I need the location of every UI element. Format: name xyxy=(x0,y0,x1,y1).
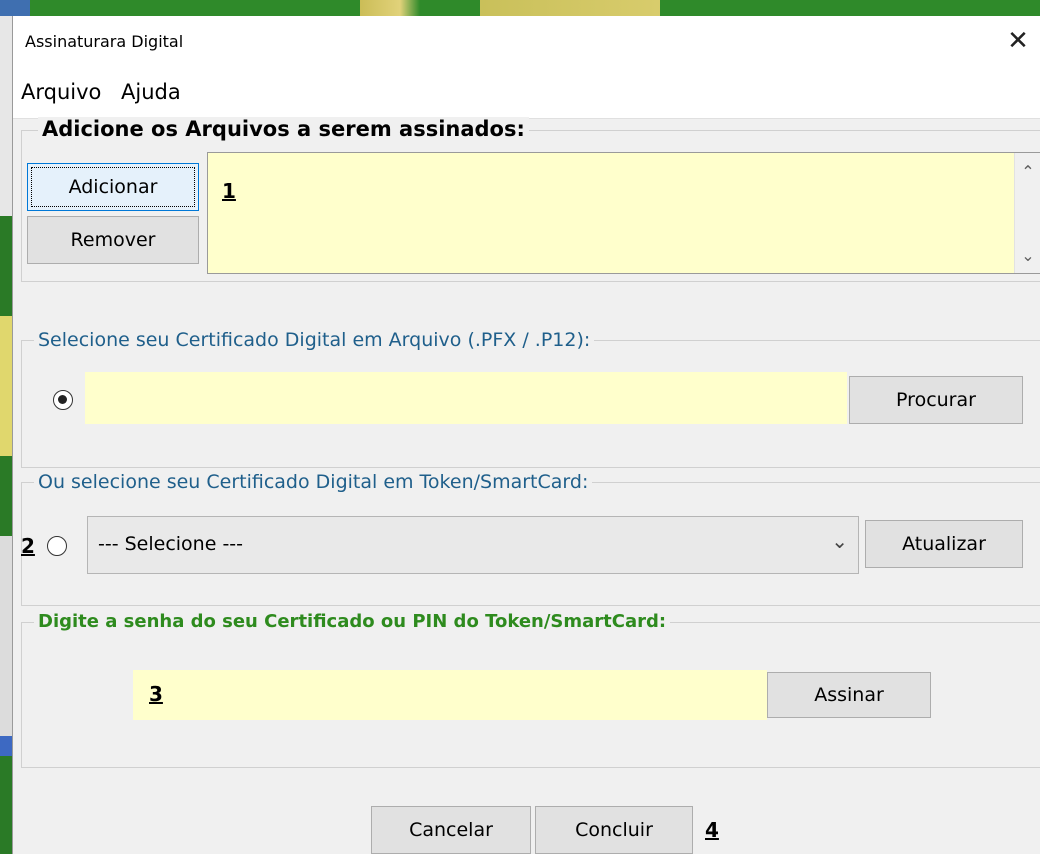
chevron-down-icon[interactable]: ⌄ xyxy=(1015,243,1040,269)
marker-3: 3 xyxy=(149,682,163,706)
title-bar[interactable]: Assinaturara Digital ✕ xyxy=(13,16,1040,74)
token-select[interactable]: --- Selecione --- ⌄ xyxy=(87,516,859,574)
signature-dialog: Assinaturara Digital ✕ Arquivo Ajuda Adi… xyxy=(12,16,1040,854)
browse-button[interactable]: Procurar xyxy=(849,376,1023,424)
add-button[interactable]: Adicionar xyxy=(27,163,199,211)
remove-button-label: Remover xyxy=(70,229,156,251)
files-group-legend: Adicione os Arquivos a serem assinados: xyxy=(38,117,529,141)
finish-button[interactable]: Concluir xyxy=(535,806,693,854)
cancel-button[interactable]: Cancelar xyxy=(371,806,531,854)
chevron-down-icon: ⌄ xyxy=(831,529,848,553)
token-radio[interactable] xyxy=(47,536,67,556)
chevron-up-icon[interactable]: ⌃ xyxy=(1015,159,1040,185)
radio-selected-dot xyxy=(58,395,67,404)
files-list-scrollbar[interactable]: ⌃ ⌄ xyxy=(1014,153,1040,273)
password-group-legend: Digite a senha do seu Certificado ou PIN… xyxy=(34,611,671,632)
menu-arquivo[interactable]: Arquivo xyxy=(21,80,101,104)
desktop-background-left xyxy=(0,16,12,854)
finish-button-label: Concluir xyxy=(575,819,653,841)
menu-ajuda[interactable]: Ajuda xyxy=(121,80,181,104)
remove-button[interactable]: Remover xyxy=(27,216,199,264)
token-select-value: --- Selecione --- xyxy=(98,533,244,555)
marker-1: 1 xyxy=(222,179,236,203)
pfx-group-legend: Selecione seu Certificado Digital em Arq… xyxy=(34,329,595,351)
marker-2: 2 xyxy=(21,534,35,558)
files-list[interactable]: 1 ⌃ ⌄ xyxy=(207,152,1040,274)
refresh-button-label: Atualizar xyxy=(902,533,986,555)
focus-ring xyxy=(31,167,195,207)
token-group-legend: Ou selecione seu Certificado Digital em … xyxy=(34,471,593,493)
cancel-button-label: Cancelar xyxy=(409,819,493,841)
browse-button-label: Procurar xyxy=(896,389,976,411)
sign-button-label: Assinar xyxy=(814,684,884,706)
menu-bar: Arquivo Ajuda xyxy=(13,74,1040,119)
pfx-path-input[interactable] xyxy=(85,372,847,424)
password-input[interactable]: 3 xyxy=(133,670,767,720)
desktop-background-top xyxy=(0,0,1040,16)
marker-4: 4 xyxy=(705,818,719,842)
sign-button[interactable]: Assinar xyxy=(767,672,931,718)
close-icon[interactable]: ✕ xyxy=(1003,26,1033,56)
window-title: Assinaturara Digital xyxy=(25,32,184,51)
refresh-button[interactable]: Atualizar xyxy=(865,520,1023,568)
pfx-radio[interactable] xyxy=(53,390,73,410)
